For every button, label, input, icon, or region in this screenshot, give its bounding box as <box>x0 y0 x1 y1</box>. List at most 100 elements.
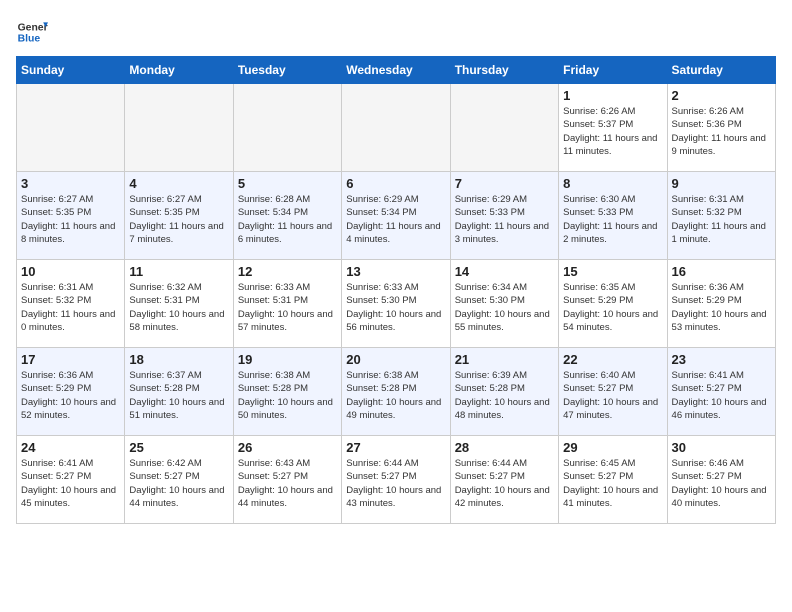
day-number: 22 <box>563 352 662 367</box>
day-info: Sunrise: 6:40 AMSunset: 5:27 PMDaylight:… <box>563 369 662 422</box>
day-number: 5 <box>238 176 337 191</box>
day-number: 30 <box>672 440 771 455</box>
calendar-cell: 16Sunrise: 6:36 AMSunset: 5:29 PMDayligh… <box>667 260 775 348</box>
day-number: 14 <box>455 264 554 279</box>
weekday-header-row: SundayMondayTuesdayWednesdayThursdayFrid… <box>17 57 776 84</box>
day-number: 7 <box>455 176 554 191</box>
calendar-cell <box>342 84 450 172</box>
day-info: Sunrise: 6:43 AMSunset: 5:27 PMDaylight:… <box>238 457 337 510</box>
calendar-cell: 10 Sunrise: 6:31 AMSunset: 5:32 PMDayligh… <box>17 260 125 348</box>
logo-icon: General Blue <box>16 16 48 48</box>
day-info: Sunrise: 6:28 AMSunset: 5:34 PMDaylight:… <box>238 193 337 246</box>
weekday-header-sunday: Sunday <box>17 57 125 84</box>
calendar-cell: 3 Sunrise: 6:27 AMSunset: 5:35 PMDaylight… <box>17 172 125 260</box>
day-info: Sunrise: 6:31 AMSunset: 5:32 PMDaylight:… <box>672 193 771 246</box>
calendar-cell: 13 Sunrise: 6:33 AMSunset: 5:30 PMDayligh… <box>342 260 450 348</box>
calendar-cell <box>450 84 558 172</box>
calendar-cell: 15Sunrise: 6:35 AMSunset: 5:29 PMDayligh… <box>559 260 667 348</box>
day-info: Sunrise: 6:29 AMSunset: 5:33 PMDaylight:… <box>455 193 554 246</box>
day-info: Sunrise: 6:39 AMSunset: 5:28 PMDaylight:… <box>455 369 554 422</box>
calendar-cell: 14Sunrise: 6:34 AMSunset: 5:30 PMDayligh… <box>450 260 558 348</box>
calendar-cell <box>233 84 341 172</box>
page-header: General Blue <box>16 16 776 48</box>
day-info: Sunrise: 6:32 AMSunset: 5:31 PMDaylight:… <box>129 281 228 334</box>
calendar-cell: 6 Sunrise: 6:29 AMSunset: 5:34 PMDaylight… <box>342 172 450 260</box>
day-info: Sunrise: 6:44 AMSunset: 5:27 PMDaylight:… <box>455 457 554 510</box>
weekday-header-wednesday: Wednesday <box>342 57 450 84</box>
day-info: Sunrise: 6:41 AMSunset: 5:27 PMDaylight:… <box>21 457 120 510</box>
weekday-header-friday: Friday <box>559 57 667 84</box>
day-number: 21 <box>455 352 554 367</box>
day-number: 12 <box>238 264 337 279</box>
calendar-cell: 22 Sunrise: 6:40 AMSunset: 5:27 PMDayligh… <box>559 348 667 436</box>
day-info: Sunrise: 6:33 AMSunset: 5:30 PMDaylight:… <box>346 281 445 334</box>
calendar-cell: 7 Sunrise: 6:29 AMSunset: 5:33 PMDaylight… <box>450 172 558 260</box>
calendar-cell: 21 Sunrise: 6:39 AMSunset: 5:28 PMDayligh… <box>450 348 558 436</box>
svg-text:General: General <box>18 22 48 33</box>
day-number: 17 <box>21 352 120 367</box>
day-number: 8 <box>563 176 662 191</box>
calendar-row-3: 10 Sunrise: 6:31 AMSunset: 5:32 PMDayligh… <box>17 260 776 348</box>
day-number: 27 <box>346 440 445 455</box>
day-info: Sunrise: 6:30 AMSunset: 5:33 PMDaylight:… <box>563 193 662 246</box>
calendar-cell: 20 Sunrise: 6:38 AMSunset: 5:28 PMDayligh… <box>342 348 450 436</box>
calendar-row-1: 1 Sunrise: 6:26 AMSunset: 5:37 PMDaylight… <box>17 84 776 172</box>
day-number: 1 <box>563 88 662 103</box>
weekday-header-saturday: Saturday <box>667 57 775 84</box>
day-number: 20 <box>346 352 445 367</box>
day-number: 25 <box>129 440 228 455</box>
day-info: Sunrise: 6:45 AMSunset: 5:27 PMDaylight:… <box>563 457 662 510</box>
calendar-row-4: 17 Sunrise: 6:36 AMSunset: 5:29 PMDayligh… <box>17 348 776 436</box>
day-info: Sunrise: 6:35 AMSunset: 5:29 PMDaylight:… <box>563 281 662 334</box>
day-info: Sunrise: 6:29 AMSunset: 5:34 PMDaylight:… <box>346 193 445 246</box>
day-number: 10 <box>21 264 120 279</box>
calendar-cell: 19 Sunrise: 6:38 AMSunset: 5:28 PMDayligh… <box>233 348 341 436</box>
day-number: 4 <box>129 176 228 191</box>
calendar-cell: 12 Sunrise: 6:33 AMSunset: 5:31 PMDayligh… <box>233 260 341 348</box>
day-number: 6 <box>346 176 445 191</box>
calendar-cell: 23Sunrise: 6:41 AMSunset: 5:27 PMDayligh… <box>667 348 775 436</box>
day-info: Sunrise: 6:38 AMSunset: 5:28 PMDaylight:… <box>238 369 337 422</box>
calendar-table: SundayMondayTuesdayWednesdayThursdayFrid… <box>16 56 776 524</box>
calendar-cell: 29 Sunrise: 6:45 AMSunset: 5:27 PMDayligh… <box>559 436 667 524</box>
day-info: Sunrise: 6:46 AMSunset: 5:27 PMDaylight:… <box>672 457 771 510</box>
day-number: 18 <box>129 352 228 367</box>
day-info: Sunrise: 6:27 AMSunset: 5:35 PMDaylight:… <box>21 193 120 246</box>
day-info: Sunrise: 6:36 AMSunset: 5:29 PMDaylight:… <box>21 369 120 422</box>
svg-text:Blue: Blue <box>18 34 41 45</box>
day-info: Sunrise: 6:27 AMSunset: 5:35 PMDaylight:… <box>129 193 228 246</box>
calendar-cell: 11 Sunrise: 6:32 AMSunset: 5:31 PMDayligh… <box>125 260 233 348</box>
calendar-cell: 25 Sunrise: 6:42 AMSunset: 5:27 PMDayligh… <box>125 436 233 524</box>
day-info: Sunrise: 6:33 AMSunset: 5:31 PMDaylight:… <box>238 281 337 334</box>
calendar-row-5: 24 Sunrise: 6:41 AMSunset: 5:27 PMDayligh… <box>17 436 776 524</box>
day-number: 29 <box>563 440 662 455</box>
day-info: Sunrise: 6:26 AMSunset: 5:37 PMDaylight:… <box>563 105 662 158</box>
day-info: Sunrise: 6:44 AMSunset: 5:27 PMDaylight:… <box>346 457 445 510</box>
day-info: Sunrise: 6:36 AMSunset: 5:29 PMDaylight:… <box>672 281 771 334</box>
day-info: Sunrise: 6:31 AMSunset: 5:32 PMDaylight:… <box>21 281 120 334</box>
weekday-header-tuesday: Tuesday <box>233 57 341 84</box>
day-number: 24 <box>21 440 120 455</box>
calendar-cell: 17 Sunrise: 6:36 AMSunset: 5:29 PMDayligh… <box>17 348 125 436</box>
logo: General Blue <box>16 16 48 48</box>
day-number: 2 <box>672 88 771 103</box>
calendar-cell <box>17 84 125 172</box>
day-number: 3 <box>21 176 120 191</box>
day-number: 26 <box>238 440 337 455</box>
calendar-cell: 1 Sunrise: 6:26 AMSunset: 5:37 PMDaylight… <box>559 84 667 172</box>
day-info: Sunrise: 6:38 AMSunset: 5:28 PMDaylight:… <box>346 369 445 422</box>
day-number: 19 <box>238 352 337 367</box>
weekday-header-monday: Monday <box>125 57 233 84</box>
day-number: 13 <box>346 264 445 279</box>
calendar-cell: 18 Sunrise: 6:37 AMSunset: 5:28 PMDayligh… <box>125 348 233 436</box>
calendar-cell: 26 Sunrise: 6:43 AMSunset: 5:27 PMDayligh… <box>233 436 341 524</box>
day-info: Sunrise: 6:26 AMSunset: 5:36 PMDaylight:… <box>672 105 771 158</box>
day-info: Sunrise: 6:37 AMSunset: 5:28 PMDaylight:… <box>129 369 228 422</box>
day-info: Sunrise: 6:42 AMSunset: 5:27 PMDaylight:… <box>129 457 228 510</box>
day-number: 9 <box>672 176 771 191</box>
calendar-cell: 8 Sunrise: 6:30 AMSunset: 5:33 PMDaylight… <box>559 172 667 260</box>
calendar-cell: 27 Sunrise: 6:44 AMSunset: 5:27 PMDayligh… <box>342 436 450 524</box>
calendar-cell: 5 Sunrise: 6:28 AMSunset: 5:34 PMDaylight… <box>233 172 341 260</box>
day-number: 11 <box>129 264 228 279</box>
calendar-cell: 28Sunrise: 6:44 AMSunset: 5:27 PMDayligh… <box>450 436 558 524</box>
